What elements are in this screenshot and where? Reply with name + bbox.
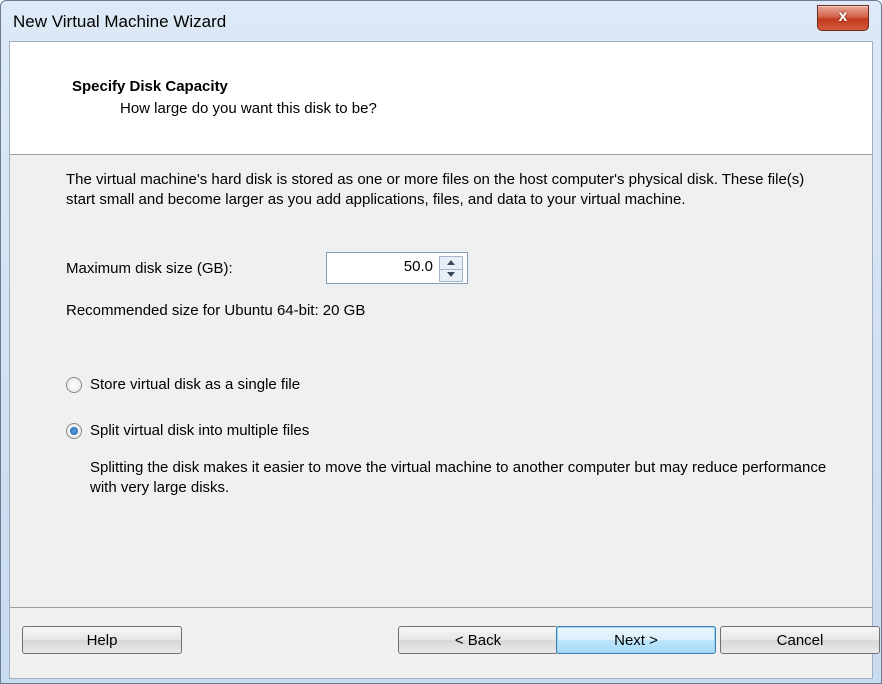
wizard-client-area: Specify Disk Capacity How large do you w… (9, 41, 880, 679)
disk-size-label: Maximum disk size (GB): (66, 260, 233, 277)
disk-size-input[interactable]: 50.0 (404, 258, 433, 275)
spin-control (439, 256, 463, 282)
disk-description: The virtual machine's hard disk is store… (66, 171, 805, 208)
split-description: Splitting the disk makes it easier to mo… (90, 459, 827, 496)
title-bar: New Virtual Machine Wizard x (1, 1, 881, 41)
radio-single-file[interactable]: Store virtual disk as a single file (66, 376, 300, 393)
radio-split-icon[interactable] (66, 422, 82, 439)
close-button[interactable]: x (817, 5, 869, 31)
radio-split-label: Split virtual disk into multiple files (90, 422, 310, 439)
back-button[interactable]: < Back (398, 626, 558, 654)
wizard-header: Specify Disk Capacity How large do you w… (10, 42, 872, 155)
page-subtitle: How large do you want this disk to be? (120, 100, 377, 117)
radio-split-files[interactable]: Split virtual disk into multiple files (66, 422, 309, 439)
decrement-arrow-icon[interactable] (440, 269, 462, 281)
next-button[interactable]: Next > (556, 626, 716, 654)
recommended-size-text: Recommended size for Ubuntu 64-bit: 20 G… (66, 302, 366, 319)
disk-size-stepper[interactable]: 50.0 (326, 252, 468, 284)
close-icon: x (838, 8, 848, 25)
radio-single-label: Store virtual disk as a single file (90, 376, 301, 393)
wizard-window: New Virtual Machine Wizard x Specify Dis… (0, 0, 882, 684)
page-title: Specify Disk Capacity (72, 78, 228, 95)
footer-separator (10, 607, 872, 608)
window-title: New Virtual Machine Wizard (13, 12, 227, 31)
help-button[interactable]: Help (22, 626, 182, 654)
cancel-button[interactable]: Cancel (720, 626, 880, 654)
radio-single-icon[interactable] (66, 376, 82, 393)
